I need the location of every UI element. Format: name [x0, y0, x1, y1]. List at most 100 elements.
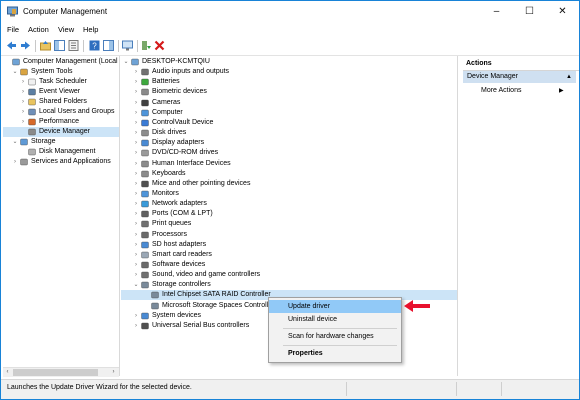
device-row[interactable]: ⌄ Storage controllers [121, 280, 457, 290]
device-row[interactable]: › ControlVault Device [121, 118, 457, 128]
device-row[interactable]: › SD host adapters [121, 240, 457, 250]
expand-chevron-right-icon[interactable]: › [20, 117, 26, 127]
expand-chevron-down-icon[interactable]: ⌄ [12, 67, 18, 77]
device-row[interactable]: › Network adapters [121, 199, 457, 209]
context-properties[interactable]: Properties [269, 347, 401, 360]
context-update-driver[interactable]: Update driver [269, 300, 401, 313]
close-button[interactable]: ✕ [546, 1, 579, 23]
device-row[interactable]: › Print queues [121, 219, 457, 229]
left-row[interactable]: ⌄ System Tools [3, 67, 119, 77]
expand-chevron-right-icon[interactable]: › [133, 311, 139, 321]
device-row[interactable]: › Display adapters [121, 138, 457, 148]
actions-device-manager[interactable]: Device Manager ▲ [463, 71, 576, 83]
device-row[interactable]: › Batteries [121, 77, 457, 87]
expand-chevron-right-icon[interactable]: › [20, 77, 26, 87]
left-row[interactable]: › Event Viewer [3, 87, 119, 97]
expand-chevron-right-icon[interactable]: › [133, 108, 139, 118]
menu-file[interactable]: File [7, 25, 19, 34]
left-row[interactable]: Computer Management (Local [3, 57, 119, 67]
device-row[interactable]: › Ports (COM & LPT) [121, 209, 457, 219]
left-row[interactable]: › Performance [3, 117, 119, 127]
left-row[interactable]: › Shared Folders [3, 97, 119, 107]
device-row[interactable]: › Sound, video and game controllers [121, 270, 457, 280]
collapse-up-icon[interactable]: ▲ [566, 71, 572, 83]
expand-chevron-right-icon[interactable]: › [133, 321, 139, 331]
expand-chevron-down-icon[interactable]: ⌄ [133, 280, 139, 290]
expand-chevron-right-icon[interactable]: › [20, 97, 26, 107]
device-row[interactable]: › Human Interface Devices [121, 159, 457, 169]
minimize-button[interactable]: – [480, 1, 513, 23]
device-row[interactable]: › Audio inputs and outputs [121, 67, 457, 77]
expand-chevron-right-icon[interactable]: › [133, 250, 139, 260]
device-row[interactable]: › Software devices [121, 260, 457, 270]
device-row[interactable]: › Disk drives [121, 128, 457, 138]
update-driver-icon[interactable] [141, 40, 152, 51]
forward-arrow-icon[interactable] [20, 40, 31, 51]
expand-chevron-right-icon[interactable]: › [133, 270, 139, 280]
expand-chevron-right-icon[interactable]: › [20, 87, 26, 97]
expand-chevron-right-icon[interactable]: › [133, 230, 139, 240]
expand-chevron-right-icon[interactable]: › [133, 87, 139, 97]
device-row[interactable]: › Biometric devices [121, 87, 457, 97]
help-icon[interactable]: ? [89, 40, 100, 51]
device-item-label: Ports (COM & LPT) [152, 210, 213, 218]
expand-chevron-right-icon[interactable]: › [133, 148, 139, 158]
expand-chevron-down-icon[interactable]: ⌄ [123, 57, 129, 67]
scroll-thumb[interactable] [13, 369, 98, 376]
device-row[interactable]: › DVD/CD-ROM drives [121, 148, 457, 158]
device-row[interactable]: ⌄ DESKTOP-KCMTQIU [121, 57, 457, 67]
expand-chevron-right-icon[interactable]: › [133, 118, 139, 128]
expand-chevron-right-icon[interactable]: › [133, 199, 139, 209]
back-arrow-icon[interactable] [6, 40, 17, 51]
expand-chevron-right-icon[interactable]: › [133, 159, 139, 169]
properties-icon[interactable] [68, 40, 79, 51]
show-hide-action-pane-icon[interactable] [103, 40, 114, 51]
expand-chevron-right-icon[interactable]: › [20, 107, 26, 117]
left-row[interactable]: Device Manager [3, 127, 119, 137]
show-hide-tree-icon[interactable] [54, 40, 65, 51]
left-row[interactable]: Disk Management [3, 147, 119, 157]
expand-chevron-right-icon[interactable]: › [133, 219, 139, 229]
expand-chevron-right-icon[interactable]: › [133, 260, 139, 270]
uninstall-x-icon[interactable] [154, 40, 165, 51]
left-row[interactable]: ⌄ Storage [3, 137, 119, 147]
device-row[interactable]: › Processors [121, 230, 457, 240]
device-row[interactable]: › Monitors [121, 189, 457, 199]
menu-view[interactable]: View [58, 25, 74, 34]
expand-chevron-right-icon[interactable]: › [133, 189, 139, 199]
scroll-left-icon[interactable]: ‹ [3, 368, 12, 377]
monitor-icon[interactable] [122, 40, 133, 51]
maximize-button[interactable]: ☐ [513, 1, 546, 23]
context-scan-hardware[interactable]: Scan for hardware changes [269, 330, 401, 343]
more-actions-label: More Actions [481, 87, 522, 94]
expand-chevron-right-icon[interactable]: › [133, 179, 139, 189]
scroll-right-icon[interactable]: › [109, 368, 118, 377]
title-bar[interactable]: Computer Management – ☐ ✕ [1, 1, 579, 23]
menu-help[interactable]: Help [83, 25, 98, 34]
left-row[interactable]: › Task Scheduler [3, 77, 119, 87]
expand-chevron-right-icon[interactable]: › [133, 138, 139, 148]
menu-bar: File Action View Help [1, 23, 579, 37]
expand-chevron-right-icon[interactable]: › [133, 209, 139, 219]
device-row[interactable]: › Computer [121, 108, 457, 118]
horizontal-scrollbar[interactable]: ‹ › [3, 367, 119, 377]
device-row[interactable]: › Smart card readers [121, 250, 457, 260]
expand-chevron-right-icon[interactable]: › [133, 98, 139, 108]
expand-chevron-down-icon[interactable]: ⌄ [12, 137, 18, 147]
menu-action[interactable]: Action [28, 25, 49, 34]
up-folder-icon[interactable] [40, 40, 51, 51]
context-uninstall-device[interactable]: Uninstall device [269, 313, 401, 326]
expand-chevron-right-icon[interactable]: › [133, 169, 139, 179]
expand-chevron-right-icon[interactable]: › [133, 240, 139, 250]
more-actions-link[interactable]: More Actions ▶ [481, 86, 576, 96]
device-row[interactable]: › Cameras [121, 98, 457, 108]
left-row[interactable]: › Services and Applications [3, 157, 119, 167]
device-row[interactable]: › Keyboards [121, 169, 457, 179]
left-row[interactable]: › Local Users and Groups [3, 107, 119, 117]
console-tree-pane[interactable]: Computer Management (Local ⌄ System Tools ›… [3, 56, 120, 376]
expand-chevron-right-icon[interactable]: › [12, 157, 18, 167]
expand-chevron-right-icon[interactable]: › [133, 128, 139, 138]
device-row[interactable]: › Mice and other pointing devices [121, 179, 457, 189]
expand-chevron-right-icon[interactable]: › [133, 77, 139, 87]
expand-chevron-right-icon[interactable]: › [133, 67, 139, 77]
